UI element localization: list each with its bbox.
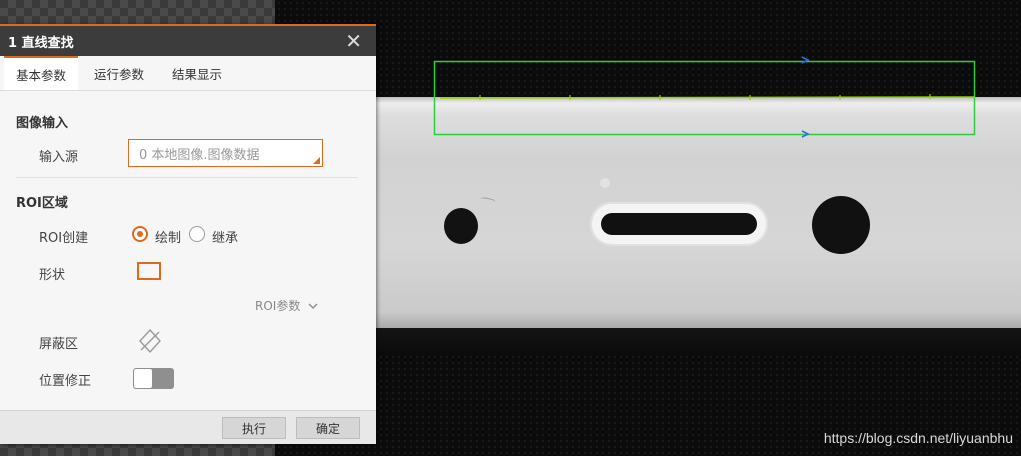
input-source-select[interactable]: 0 本地图像.图像数据	[128, 139, 323, 167]
radio-draw-label[interactable]: 绘制	[155, 227, 181, 246]
confirm-button[interactable]: 确定	[296, 417, 360, 439]
chevron-down-icon	[308, 303, 318, 309]
dialog-footer: 执行 确定	[0, 410, 376, 444]
section-divider	[16, 177, 358, 178]
toggle-knob	[134, 369, 152, 388]
line-find-dialog: 1 直线查找 ✕ 基本参数 运行参数 结果显示 图像输入 输入源 0 本地图像.…	[0, 24, 376, 444]
dialog-title: 1 直线查找	[8, 35, 74, 51]
section-image-input: 图像输入	[16, 116, 69, 131]
found-line	[439, 96, 976, 99]
execute-button[interactable]: 执行	[222, 417, 286, 439]
tab-result-display[interactable]: 结果显示	[160, 56, 234, 90]
tab-run-params[interactable]: 运行参数	[82, 56, 156, 90]
dialog-title-bar[interactable]: 1 直线查找 ✕	[0, 26, 376, 56]
roi-create-label: ROI创建	[39, 231, 89, 246]
tab-basic-params[interactable]: 基本参数	[4, 56, 79, 90]
position-fix-label: 位置修正	[39, 374, 92, 389]
input-source-value: 0 本地图像.图像数据	[139, 147, 260, 163]
shape-label: 形状	[39, 268, 66, 283]
position-fix-toggle[interactable]	[133, 368, 174, 389]
radio-inherit[interactable]	[189, 226, 205, 242]
dropdown-corner-icon	[313, 157, 320, 164]
watermark: https://blog.csdn.net/liyuanbhu	[823, 430, 1013, 446]
close-icon[interactable]: ✕	[345, 30, 362, 52]
radio-inherit-label[interactable]: 继承	[212, 227, 238, 246]
roi-params-label: ROI参数	[255, 299, 301, 313]
mask-shape-icon[interactable]	[137, 328, 163, 354]
rectangle-shape-icon[interactable]	[137, 262, 161, 280]
tab-bar: 基本参数 运行参数 结果显示	[0, 56, 376, 91]
roi-params-toggle[interactable]: ROI参数	[255, 297, 318, 314]
radio-draw[interactable]	[132, 226, 148, 242]
section-roi: ROI区域	[16, 196, 68, 211]
mask-label: 屏蔽区	[39, 337, 79, 352]
input-source-label: 输入源	[39, 150, 79, 165]
